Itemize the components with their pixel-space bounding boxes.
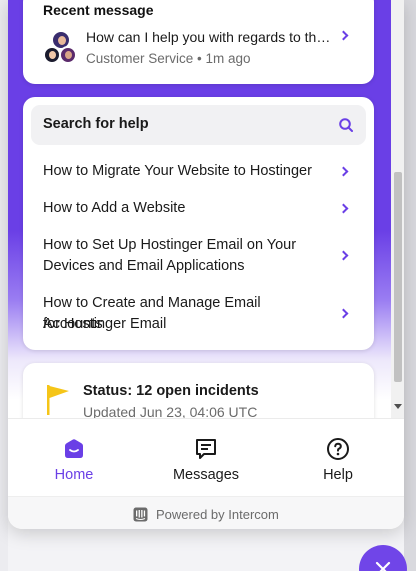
intercom-logo-icon: [133, 507, 148, 521]
nav-help-label: Help: [323, 467, 353, 483]
close-icon: [375, 561, 391, 571]
scrollbar-thumb[interactable]: [394, 172, 402, 382]
search-icon: [339, 118, 353, 132]
messenger-widget: Recent message How can I help you with r…: [8, 0, 404, 529]
powered-by-footer[interactable]: Powered by Intercom: [8, 496, 404, 529]
status-title: Status: 12 open incidents: [83, 383, 259, 399]
nav-home-label: Home: [54, 467, 94, 483]
bottom-navigation: Home Messages Help: [8, 418, 404, 496]
flag-icon: [47, 385, 69, 415]
messenger-home-scroll-area[interactable]: Recent message How can I help you with r…: [8, 0, 404, 418]
messages-icon: [196, 439, 216, 459]
chevron-right-icon: [338, 250, 349, 261]
status-updated: Updated Jun 23, 04:06 UTC: [83, 404, 258, 418]
help-article-item[interactable]: How to Set Up Hostinger Email on Your De…: [23, 235, 374, 279]
help-card: Search for help How to Migrate Your Webs…: [23, 97, 374, 350]
search-help-label: Search for help: [43, 116, 149, 132]
background-right-strip: [404, 0, 416, 571]
search-help-input[interactable]: Search for help: [31, 105, 366, 145]
recent-message-card[interactable]: Recent message How can I help you with r…: [23, 0, 374, 84]
help-article-item[interactable]: How to Create and Manage Email Accounts …: [23, 293, 374, 337]
help-article-title: How to Add a Website: [43, 200, 186, 216]
help-article-item[interactable]: How to Add a Website: [23, 198, 374, 220]
recent-message-preview: How can I help you with regards to the…: [86, 29, 331, 45]
help-article-title-continued: for Hostinger Email: [43, 316, 167, 332]
help-icon: [327, 438, 349, 460]
chevron-right-icon: [338, 166, 349, 177]
status-card[interactable]: Status: 12 open incidents Updated Jun 23…: [23, 363, 374, 418]
avatar: [59, 46, 77, 64]
help-article-title: How to Migrate Your Website to Hostinger: [43, 163, 312, 179]
nav-help[interactable]: Help: [272, 419, 404, 497]
chevron-right-icon: [338, 203, 349, 214]
nav-messages[interactable]: Messages: [140, 419, 272, 497]
recent-message-title: Recent message: [43, 2, 154, 18]
recent-message-meta: Customer Service • 1m ago: [86, 51, 251, 66]
background-left-strip: [0, 0, 8, 571]
chevron-right-icon: [338, 308, 349, 319]
chevron-right-icon: [338, 30, 349, 41]
scroll-down-arrow[interactable]: [394, 404, 402, 409]
nav-home[interactable]: Home: [8, 419, 140, 497]
help-article-title: How to Set Up Hostinger Email on Your: [43, 237, 297, 253]
help-article-item[interactable]: How to Migrate Your Website to Hostinger: [23, 161, 374, 183]
nav-messages-label: Messages: [172, 467, 240, 483]
home-icon: [65, 439, 83, 458]
team-avatars: [43, 30, 77, 64]
help-article-title-continued: Devices and Email Applications: [43, 258, 245, 274]
powered-by-text: Powered by Intercom: [156, 506, 279, 522]
